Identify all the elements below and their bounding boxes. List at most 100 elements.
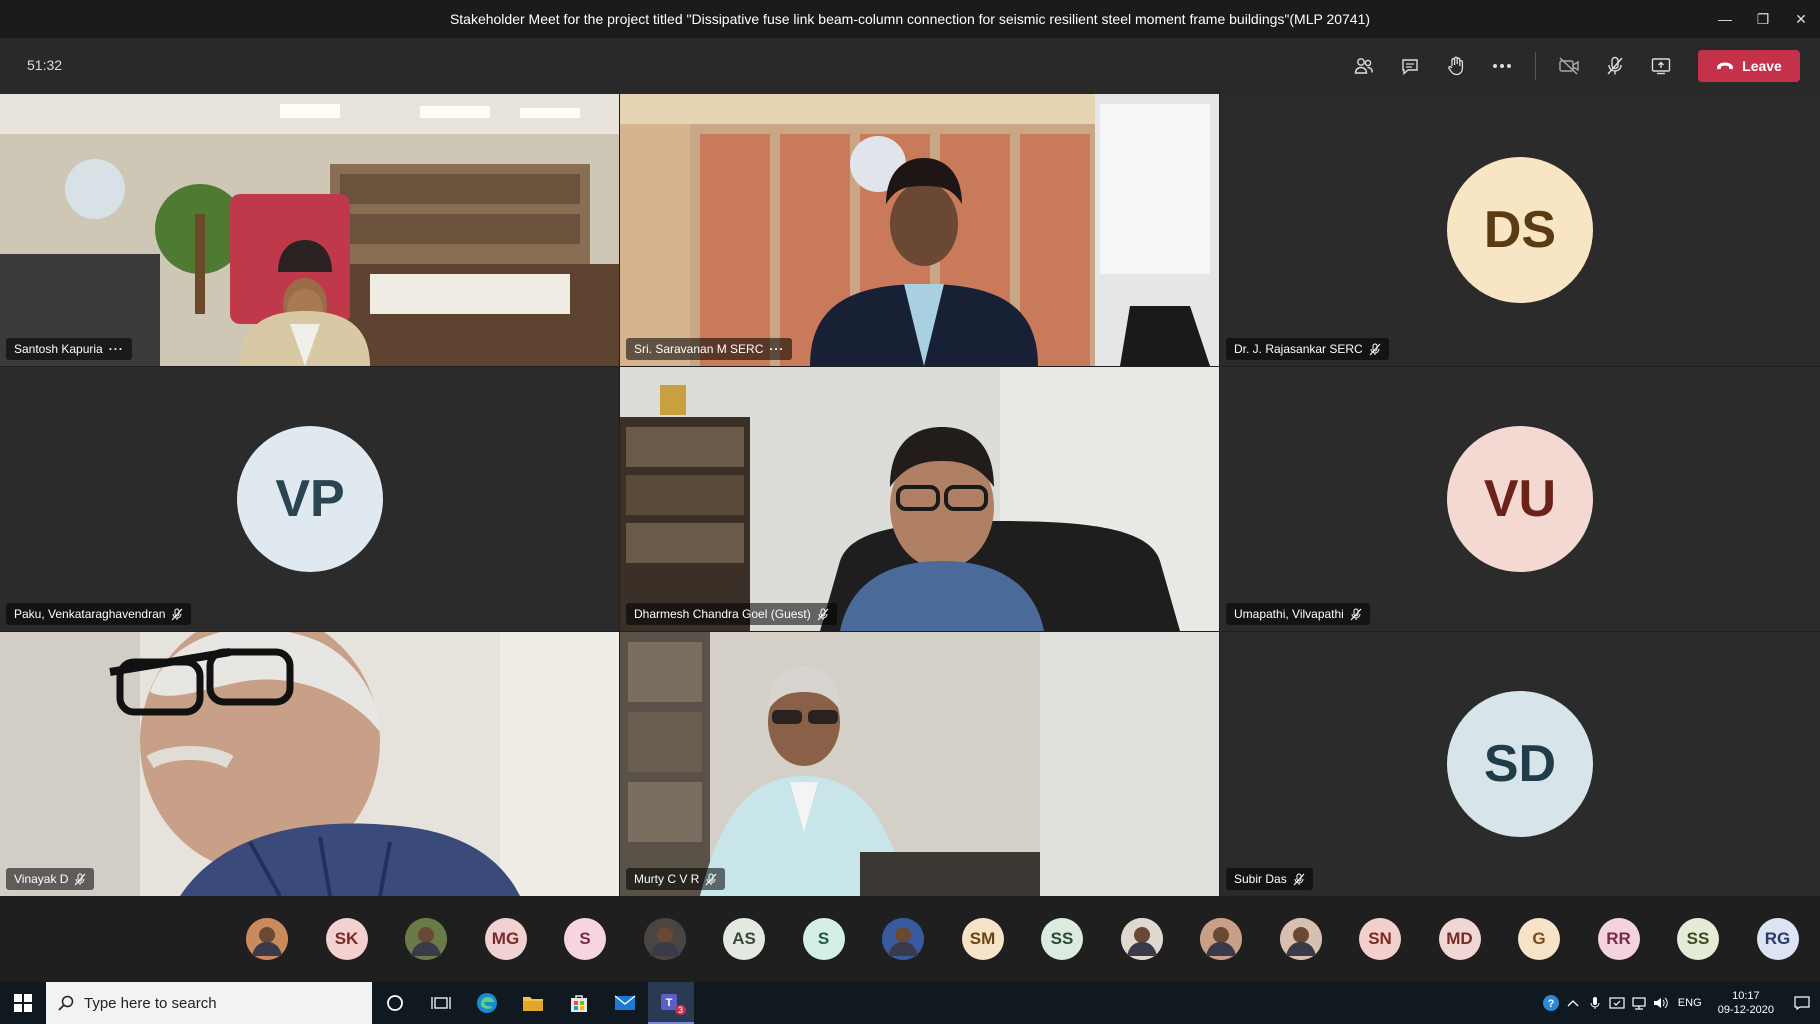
- participant-avatar: VP: [237, 426, 383, 572]
- participant-tile[interactable]: Sri. Saravanan M SERC ···: [620, 94, 1219, 366]
- more-options-icon[interactable]: [1479, 48, 1525, 84]
- participant-name: Dr. J. Rajasankar SERC: [1234, 342, 1363, 356]
- meeting-timer: 51:32: [27, 57, 63, 73]
- roster-avatar[interactable]: MD: [1438, 918, 1481, 960]
- roster-initials: MG: [491, 929, 520, 948]
- notifications-icon[interactable]: [1784, 996, 1820, 1010]
- leave-button[interactable]: Leave: [1698, 50, 1800, 82]
- participant-name-tag: Vinayak D: [6, 868, 95, 890]
- security-tray-icon[interactable]: [1606, 996, 1628, 1010]
- avatar-initials: VP: [275, 470, 345, 528]
- leave-label: Leave: [1742, 58, 1782, 74]
- participant-roster: SK MG S AS S SM SS SN MD G RR SS RG: [0, 896, 1820, 982]
- windows-logo-icon: [14, 994, 32, 1012]
- participant-tile[interactable]: Santosh Kapuria ···: [0, 94, 619, 366]
- svg-text:?: ?: [1547, 998, 1554, 1010]
- chat-icon[interactable]: [1387, 48, 1433, 84]
- roster-initials: S: [579, 929, 591, 948]
- roster-initials: RR: [1606, 929, 1631, 948]
- system-clock[interactable]: 10:17 09-12-2020: [1718, 989, 1774, 1017]
- raise-hand-icon[interactable]: [1433, 48, 1479, 84]
- roster-avatar[interactable]: G: [1518, 918, 1560, 960]
- participant-tile[interactable]: DS Dr. J. Rajasankar SERC: [1220, 94, 1820, 366]
- close-button[interactable]: ✕: [1782, 0, 1820, 38]
- roster-avatar[interactable]: S: [564, 918, 606, 960]
- participant-tile[interactable]: Vinayak D: [0, 632, 619, 896]
- roster-avatar[interactable]: SN: [1359, 918, 1401, 960]
- taskbar-search-box[interactable]: Type here to search: [46, 982, 372, 1024]
- more-icon[interactable]: ···: [109, 342, 124, 356]
- participant-tile[interactable]: VU Umapathi, Vilvapathi: [1220, 367, 1820, 631]
- mic-off-icon[interactable]: [1592, 48, 1638, 84]
- roster-avatar[interactable]: SS: [1677, 918, 1719, 960]
- participant-tile[interactable]: VP Paku, Venkataraghavendran: [0, 367, 619, 631]
- participant-tile[interactable]: Murty C V R: [620, 632, 1219, 896]
- video-feed: [620, 367, 1219, 631]
- camera-off-icon[interactable]: [1546, 48, 1592, 84]
- participant-avatar: SD: [1447, 691, 1593, 837]
- mic-off-icon: [705, 873, 717, 885]
- mic-off-icon: [1293, 873, 1305, 885]
- microsoft-store-icon[interactable]: [556, 982, 602, 1024]
- roster-avatar[interactable]: SM: [961, 918, 1004, 960]
- clock-date: 09-12-2020: [1717, 1004, 1774, 1016]
- roster-avatar-photo[interactable]: [882, 918, 924, 960]
- help-icon[interactable]: ?: [1540, 994, 1562, 1012]
- windows-taskbar: Type here to search T 3 ? ENG 10:17 09-1…: [0, 982, 1820, 1024]
- more-icon[interactable]: ···: [769, 342, 784, 356]
- roster-initials: AS: [732, 929, 756, 948]
- roster-initials: SM: [969, 929, 996, 948]
- toolbar-divider: [1535, 52, 1536, 80]
- volume-icon[interactable]: [1650, 996, 1672, 1010]
- roster-initials: SN: [1368, 929, 1392, 948]
- mail-icon[interactable]: [602, 982, 648, 1024]
- teams-icon[interactable]: T 3: [648, 982, 694, 1024]
- roster-initials: SS: [1050, 929, 1074, 948]
- restore-button[interactable]: ❐: [1744, 0, 1782, 38]
- video-feed: [620, 632, 1219, 896]
- roster-avatar-photo[interactable]: [405, 918, 447, 960]
- mic-off-icon: [817, 608, 829, 620]
- participant-tile[interactable]: SD Subir Das: [1220, 632, 1820, 896]
- participant-name-tag: Santosh Kapuria ···: [6, 338, 132, 360]
- task-view-icon[interactable]: [418, 982, 464, 1024]
- windows-start-button[interactable]: [0, 982, 46, 1024]
- roster-avatar[interactable]: SS: [1041, 918, 1083, 960]
- roster-avatar[interactable]: RG: [1756, 918, 1799, 960]
- cortana-icon[interactable]: [372, 982, 418, 1024]
- roster-avatar-photo[interactable]: [246, 918, 288, 960]
- participant-name-tag: Umapathi, Vilvapathi: [1226, 603, 1370, 625]
- roster-avatar-photo[interactable]: [1120, 918, 1163, 960]
- participant-tile[interactable]: Dharmesh Chandra Goel (Guest): [620, 367, 1219, 631]
- roster-avatar-photo[interactable]: [1200, 918, 1242, 960]
- edge-browser-icon[interactable]: [464, 982, 510, 1024]
- mic-off-icon: [172, 608, 183, 620]
- mic-off-icon: [75, 873, 86, 885]
- chevron-up-icon[interactable]: [1562, 999, 1584, 1007]
- roster-initials: SS: [1686, 929, 1710, 948]
- svg-text:T: T: [666, 997, 673, 1009]
- roster-avatar[interactable]: RR: [1597, 918, 1640, 960]
- meeting-toolbar: 51:32 Leave: [0, 38, 1820, 94]
- avatar-initials: VU: [1483, 470, 1557, 528]
- minimize-button[interactable]: —: [1706, 0, 1744, 38]
- roster-avatar[interactable]: MG: [484, 918, 527, 960]
- participants-icon[interactable]: [1341, 48, 1387, 84]
- roster-avatar[interactable]: S: [802, 918, 845, 960]
- roster-avatar[interactable]: AS: [723, 918, 765, 960]
- participant-avatar: DS: [1447, 157, 1593, 303]
- roster-initials: SK: [334, 929, 359, 948]
- language-indicator[interactable]: ENG: [1672, 997, 1708, 1009]
- participant-name: Subir Das: [1234, 872, 1287, 886]
- microphone-tray-icon[interactable]: [1584, 996, 1606, 1010]
- window-title: Stakeholder Meet for the project titled …: [449, 11, 1371, 27]
- share-screen-icon[interactable]: [1638, 48, 1684, 84]
- search-icon: [58, 995, 74, 1011]
- network-icon[interactable]: [1628, 996, 1650, 1010]
- roster-avatar-photo[interactable]: [643, 918, 686, 960]
- window-controls: — ❐ ✕: [1706, 0, 1820, 38]
- participant-name-tag: Dharmesh Chandra Goel (Guest): [626, 603, 837, 625]
- roster-avatar-photo[interactable]: [1279, 918, 1322, 960]
- file-explorer-icon[interactable]: [510, 982, 556, 1024]
- roster-avatar[interactable]: SK: [325, 918, 368, 960]
